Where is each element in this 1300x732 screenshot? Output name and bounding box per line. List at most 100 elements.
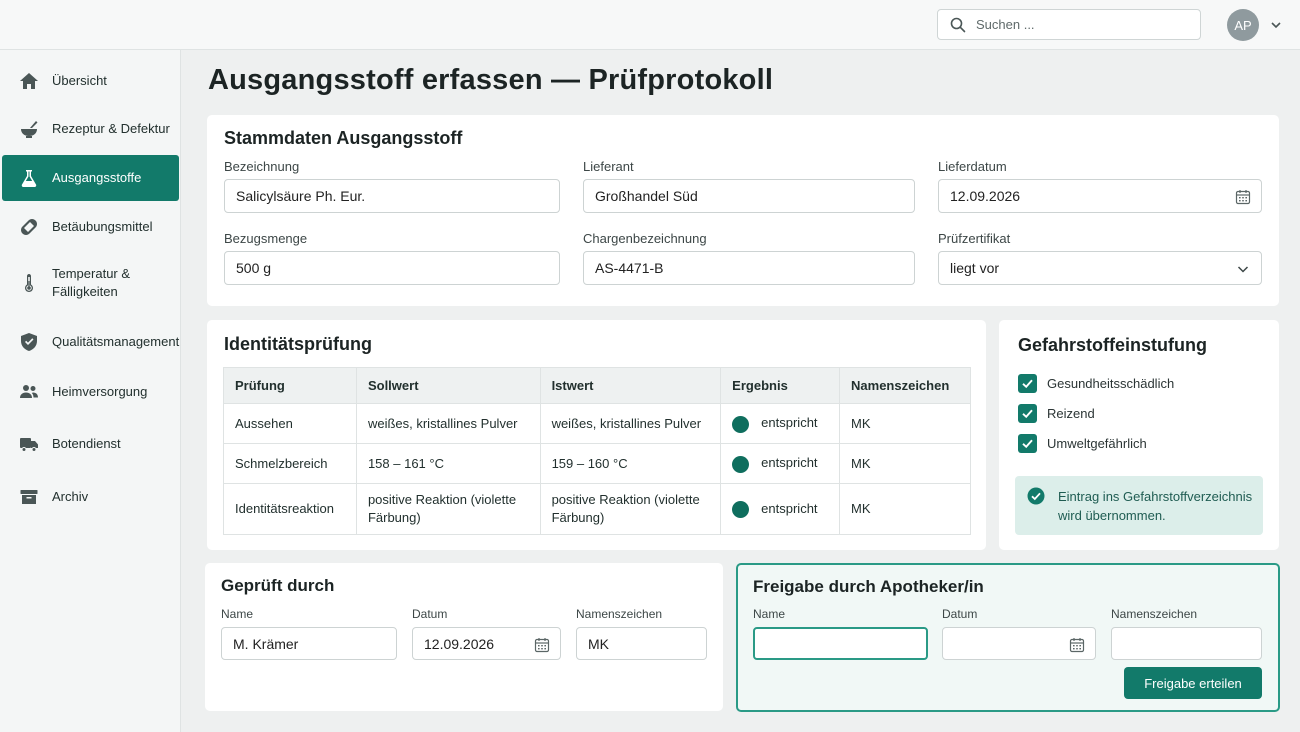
- gefahr-checkbox-umwelt[interactable]: Umweltgefährlich: [1018, 434, 1147, 453]
- sidebar-item-archiv[interactable]: Archiv: [2, 482, 179, 512]
- checkbox-label: Umweltgefährlich: [1047, 436, 1147, 451]
- charge-input[interactable]: [595, 260, 914, 276]
- calendar-icon[interactable]: [1069, 637, 1085, 653]
- stammdaten-title: Stammdaten Ausgangsstoff: [224, 128, 463, 148]
- freigabe-zeichen-input[interactable]: [1123, 635, 1261, 652]
- gefahr-title: Gefahrstoffeinstufung: [1018, 335, 1207, 355]
- search-input[interactable]: [976, 17, 1176, 32]
- col-header: Prüfung: [223, 367, 357, 404]
- calendar-icon[interactable]: [1235, 189, 1251, 205]
- geprueft-zeichen-field[interactable]: [576, 627, 707, 660]
- cell-ist: positive Reaktion (violette Färbung): [539, 483, 722, 535]
- gefahr-notice: Eintrag ins Gefahrstoffverzeichnis wird …: [1015, 476, 1263, 535]
- home-icon: [18, 70, 40, 92]
- freigabe-zeichen-label: Namenszeichen: [1111, 607, 1198, 621]
- geprueft-zeichen-input[interactable]: [588, 635, 706, 652]
- col-header: Namenszeichen: [839, 367, 971, 404]
- col-header: Sollwert: [355, 367, 541, 404]
- col-header: Ergebnis: [720, 367, 841, 404]
- thermometer-icon: [18, 272, 40, 294]
- cell-soll: weißes, kristallines Pulver: [355, 403, 541, 444]
- checkbox-checked-icon[interactable]: [1018, 404, 1037, 423]
- lieferant-input[interactable]: [595, 188, 914, 204]
- sidebar-item-heimversorgung[interactable]: Heimversorgung: [2, 377, 179, 407]
- geprueft-datum-label: Datum: [412, 607, 448, 621]
- cell-pruefung: Identitätsreaktion: [223, 483, 357, 535]
- freigabe-title: Freigabe durch Apotheker/in: [753, 577, 984, 596]
- sidebar-item-label: Qualitätsmanagement: [52, 334, 180, 349]
- ergebnis-text: entspricht: [761, 500, 818, 516]
- page-title: Ausgangsstoff erfassen — Prüfprotokoll: [208, 64, 774, 96]
- freigabe-datum-label: Datum: [942, 607, 978, 621]
- table-row: Identitätsreaktion positive Reaktion (vi…: [223, 483, 971, 535]
- zertifikat-select[interactable]: liegt vor: [938, 251, 1262, 285]
- lieferdatum-input[interactable]: [950, 188, 1261, 204]
- sidebar-item-label: Temperatur & Fälligkeiten: [52, 266, 131, 299]
- shield-check-icon: [18, 331, 40, 353]
- sidebar-item-label: Betäubungsmittel: [52, 219, 153, 234]
- bezugsmenge-label: Bezugsmenge: [224, 231, 308, 246]
- notice-text: Eintrag ins Gefahrstoffverzeichnis wird …: [1058, 489, 1253, 523]
- cell-zeichen: MK: [839, 443, 971, 484]
- charge-field[interactable]: [583, 251, 915, 285]
- bezugsmenge-input[interactable]: [236, 260, 559, 276]
- ergebnis-text: entspricht: [761, 455, 818, 471]
- sidebar-item-qualitaet[interactable]: Qualitätsmanagement: [2, 327, 179, 357]
- geprueft-zeichen-label: Namenszeichen: [576, 607, 663, 621]
- gefahr-checkbox-reizend[interactable]: Reizend: [1018, 404, 1095, 423]
- truck-icon: [18, 433, 40, 455]
- freigabe-datum-field[interactable]: [942, 627, 1096, 660]
- cell-ergebnis: entspricht: [720, 443, 841, 484]
- freigabe-name-field[interactable]: [753, 627, 928, 660]
- result-dot-icon: [732, 501, 750, 519]
- checkbox-checked-icon[interactable]: [1018, 434, 1037, 453]
- check-circle-icon: [1027, 487, 1045, 505]
- result-dot-icon: [732, 455, 750, 473]
- search-icon: [950, 17, 966, 32]
- sidebar-item-label: Heimversorgung: [52, 384, 148, 399]
- avatar[interactable]: AP: [1227, 9, 1259, 41]
- identitaet-title: Identitätsprüfung: [224, 334, 372, 354]
- geprueft-name-input[interactable]: [233, 635, 396, 652]
- checkbox-label: Reizend: [1047, 406, 1095, 421]
- sidebar-item-ausgangsstoffe[interactable]: Ausgangsstoffe: [2, 155, 179, 201]
- geprueft-title: Geprüft durch: [221, 576, 335, 595]
- cell-pruefung: Schmelzbereich: [223, 443, 357, 484]
- sidebar-item-botendienst[interactable]: Botendienst: [2, 429, 179, 459]
- bezugsmenge-field[interactable]: [224, 251, 560, 285]
- checkbox-label: Gesundheitsschädlich: [1047, 376, 1175, 391]
- sidebar-item-uebersicht[interactable]: Übersicht: [2, 66, 179, 96]
- sidebar-item-betaeubungsmittel[interactable]: Betäubungsmittel: [2, 212, 179, 242]
- lieferant-field[interactable]: [583, 179, 915, 213]
- flask-icon: [18, 167, 40, 189]
- geprueft-name-field[interactable]: [221, 627, 397, 660]
- archive-icon: [18, 486, 40, 508]
- sidebar-item-label: Botendienst: [52, 436, 121, 451]
- cell-ist: weißes, kristallines Pulver: [539, 403, 722, 444]
- identitaet-table: Prüfung Sollwert Istwert Ergebnis Namens…: [223, 367, 971, 535]
- geprueft-datum-field[interactable]: [412, 627, 561, 660]
- freigabe-button[interactable]: Freigabe erteilen: [1124, 667, 1262, 699]
- search-box[interactable]: [937, 9, 1201, 40]
- checkbox-checked-icon[interactable]: [1018, 374, 1037, 393]
- chevron-down-icon[interactable]: [1269, 18, 1283, 32]
- gefahr-checkbox-gesundheit[interactable]: Gesundheitsschädlich: [1018, 374, 1174, 393]
- freigabe-name-input[interactable]: [766, 635, 926, 652]
- sidebar: Übersicht Rezeptur & Defektur Ausgangsst…: [0, 50, 181, 732]
- col-header: Istwert: [539, 367, 722, 404]
- ergebnis-text: entspricht: [761, 415, 818, 431]
- calendar-icon[interactable]: [534, 637, 550, 653]
- bezeichnung-field[interactable]: [224, 179, 560, 213]
- cell-zeichen: MK: [839, 483, 971, 535]
- table-header-row: Prüfung Sollwert Istwert Ergebnis Namens…: [223, 367, 971, 404]
- bezeichnung-input[interactable]: [236, 188, 559, 204]
- lieferdatum-field[interactable]: [938, 179, 1262, 213]
- sidebar-item-label: Rezeptur & Defektur: [52, 121, 170, 136]
- sidebar-item-rezeptur[interactable]: Rezeptur & Defektur: [2, 114, 179, 144]
- pill-icon: [18, 216, 40, 238]
- zertifikat-value: liegt vor: [950, 260, 1000, 276]
- result-dot-icon: [732, 415, 750, 433]
- people-icon: [18, 381, 40, 403]
- freigabe-zeichen-field[interactable]: [1111, 627, 1262, 660]
- sidebar-item-temperatur[interactable]: Temperatur & Fälligkeiten: [2, 260, 179, 306]
